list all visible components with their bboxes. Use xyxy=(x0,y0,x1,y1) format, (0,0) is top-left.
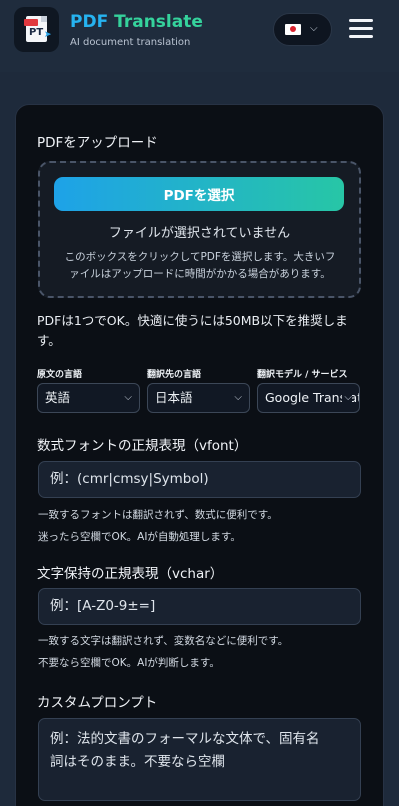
pdf-badge xyxy=(24,19,38,26)
brand-subtitle: AI document translation xyxy=(70,37,191,48)
upload-hint-line: このボックスをクリックしてPDFを選択します。大きいフ xyxy=(64,251,336,263)
logo-text: PT xyxy=(29,27,44,38)
japan-flag-icon xyxy=(285,24,301,35)
hamburger-icon-line xyxy=(349,19,373,22)
custom-prompt-textarea[interactable]: 例：法的文書のフォーマルな文体で、固有名 詞はそのまま。不要なら空欄 xyxy=(38,718,361,801)
vfont-input[interactable]: 例：(cmr|cmsy|Symbol) xyxy=(38,461,361,498)
upload-hint-line: ァイルはアップロードに時間がかかる場合があります。 xyxy=(69,268,331,280)
custom-prompt-placeholder-line: 詞はそのまま。不要なら空欄 xyxy=(50,754,225,770)
vfont-label: 数式フォントの正規表現（vfont） xyxy=(37,438,248,454)
upload-note-line: す。 xyxy=(37,333,61,348)
vchar-help: 不要なら空欄でOK。AIが判断します。 xyxy=(38,657,220,669)
custom-prompt-label: カスタムプロンプト xyxy=(37,695,158,711)
brand-title-part1: PDF xyxy=(70,12,109,32)
chevron-down-icon: ⌵ xyxy=(234,392,242,403)
arrow-icon: ➤ xyxy=(44,30,52,40)
vchar-label: 文字保持の正規表現（vchar） xyxy=(37,566,224,582)
model-label: 翻訳モデル / サービス xyxy=(257,370,348,380)
target-language-select[interactable]: 日本語 ⌵ xyxy=(147,383,250,413)
hamburger-icon-line xyxy=(349,35,373,38)
chevron-down-icon: ⌵ xyxy=(124,392,132,403)
upload-hint: このボックスをクリックしてPDFを選択します。大きいフ ァイルはアップロードに時… xyxy=(50,249,350,283)
language-switcher[interactable]: ⌵ xyxy=(273,13,332,46)
chevron-down-icon: ⌵ xyxy=(342,384,352,412)
target-language-label: 翻訳先の言語 xyxy=(147,370,202,380)
brand-title-part2: Translate xyxy=(114,12,203,32)
vfont-help: 一致するフォントは翻訳されず、数式に便利です。 xyxy=(38,509,278,521)
custom-prompt-placeholder-line: 例：法的文書のフォーマルな文体で、固有名 xyxy=(50,731,320,747)
app-header: PT ➤ PDF Translate AI document translati… xyxy=(0,0,399,72)
chevron-down-icon: ⌵ xyxy=(310,23,318,34)
app-logo: PT ➤ xyxy=(14,7,59,52)
hamburger-icon-line xyxy=(349,27,373,30)
vfont-help: 迷ったら空欄でOK。AIが自動処理します。 xyxy=(38,531,241,543)
no-file-status: ファイルが選択されていません xyxy=(108,226,291,241)
brand-title: PDF Translate xyxy=(70,12,203,32)
upload-label: PDFをアップロード xyxy=(37,135,158,151)
source-language-select[interactable]: 英語 ⌵ xyxy=(37,383,140,413)
upload-note: PDFは1つでOK。快適に使うには50MB以下を推奨しま す。 xyxy=(37,311,367,351)
menu-button[interactable] xyxy=(347,17,375,41)
select-pdf-button[interactable]: PDFを選択 xyxy=(54,177,344,211)
vchar-help: 一致する文字は翻訳されず、変数名などに便利です。 xyxy=(38,635,289,647)
upload-note-line: PDFは1つでOK。快適に使うには50MB以下を推奨しま xyxy=(37,313,348,328)
target-language-value: 日本語 xyxy=(155,390,193,405)
model-select[interactable]: Google Translate ⌵ xyxy=(257,383,360,413)
source-language-label: 原文の言語 xyxy=(37,370,83,380)
source-language-value: 英語 xyxy=(45,390,71,405)
vchar-input[interactable]: 例：[A-Z0-9±=] xyxy=(38,588,361,625)
